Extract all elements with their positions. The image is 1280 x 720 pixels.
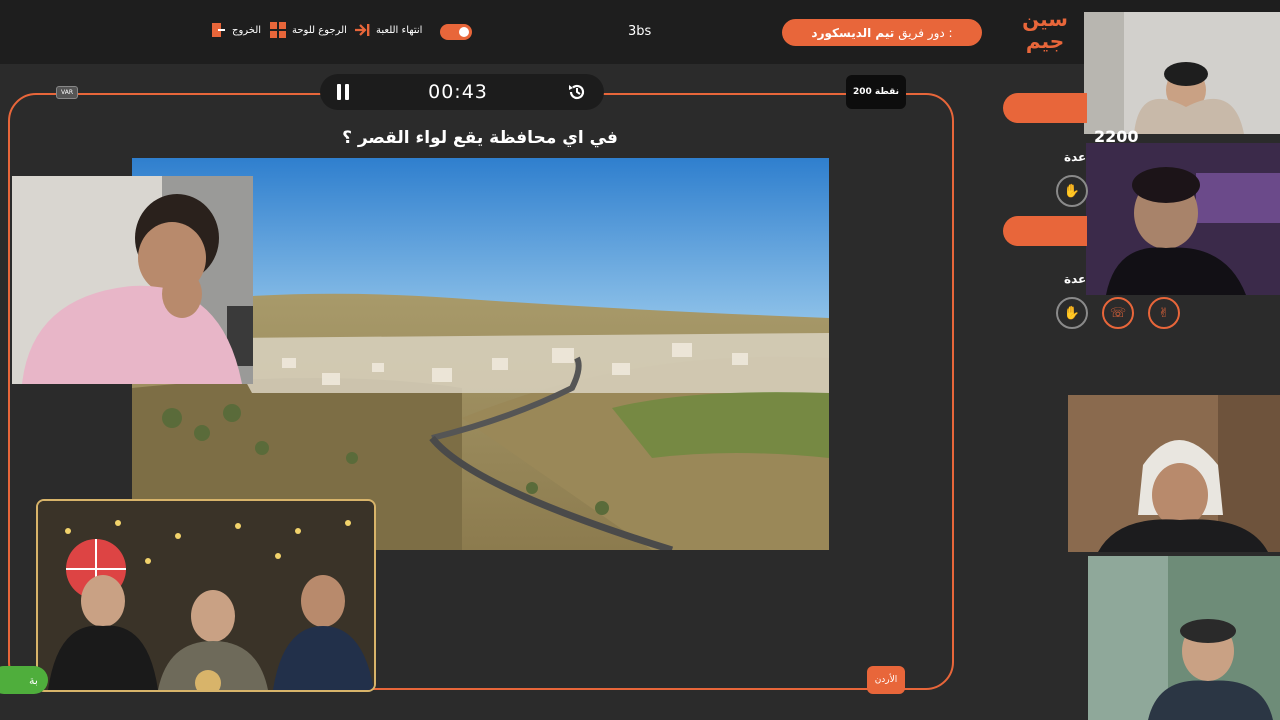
pause-icon[interactable]	[336, 84, 350, 100]
webcam-feed	[1084, 12, 1280, 134]
exit-label: الخروج	[232, 24, 262, 36]
webcam-feed	[1086, 143, 1280, 295]
answer-tag[interactable]: الأردن	[867, 666, 905, 694]
peace-icon[interactable]: ✌	[1148, 297, 1180, 329]
board-button[interactable]: الرجوع للوحة	[270, 22, 347, 38]
timer-value: 00:43	[428, 81, 488, 103]
exit-icon	[212, 23, 225, 37]
var-badge[interactable]: VAR	[56, 86, 78, 99]
reset-timer-icon[interactable]	[566, 81, 588, 103]
hand-icon[interactable]: ✋	[1056, 297, 1088, 329]
team-turn-pill: تيم الديسكورد دور فريق :	[782, 19, 982, 46]
webcam-feed	[38, 501, 374, 690]
webcam-player-4	[1068, 395, 1280, 552]
timer-bar: 00:43	[320, 74, 604, 110]
end-game-button[interactable]: انتهاء اللعبة	[354, 22, 422, 38]
team-2-pill	[1003, 216, 1087, 246]
webcam-feed	[1088, 556, 1280, 720]
game-screen: الخروج الرجوع للوحة انتهاء اللعبة 3bs تي…	[0, 0, 1280, 720]
app-logo: سين جيم	[1022, 7, 1068, 53]
phone-icon[interactable]: ☏	[1102, 297, 1134, 329]
grid-icon	[270, 22, 286, 38]
end-arrow-icon	[355, 24, 370, 36]
end-label: انتهاء اللعبة	[376, 24, 423, 36]
turn-team-name: تيم الديسكورد	[811, 25, 895, 40]
exit-button[interactable]: الخروج	[210, 22, 261, 38]
question-text: في اي محافظة يقع لواء القصر ؟	[342, 128, 618, 148]
team-1-score: 2200	[1094, 127, 1139, 146]
points-badge: 200 نقطة	[846, 75, 906, 109]
hand-icon[interactable]: ✋	[1056, 175, 1088, 207]
webcam-feed	[1068, 395, 1280, 552]
channel-name: 3bs	[628, 24, 652, 39]
webcam-player-1	[12, 176, 253, 384]
board-label: الرجوع للوحة	[292, 24, 347, 36]
webcam-streamers	[36, 499, 376, 692]
team-1-pill	[1003, 93, 1087, 123]
webcam-player-2	[1084, 12, 1280, 134]
team-2-help-label: عدة	[1064, 272, 1087, 286]
team-1-help-label: عدة	[1064, 150, 1087, 164]
green-status-chip[interactable]: بة	[0, 666, 48, 694]
webcam-feed	[12, 176, 253, 384]
webcam-player-5	[1088, 556, 1280, 720]
settings-toggle[interactable]	[440, 24, 472, 40]
webcam-player-3	[1086, 143, 1280, 295]
turn-prefix: دور فريق :	[898, 25, 953, 40]
